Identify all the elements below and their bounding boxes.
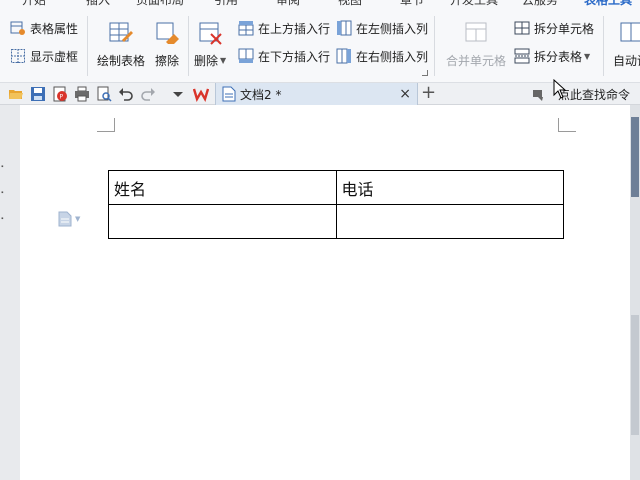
draw-table-label: 绘制表格 <box>97 54 146 68</box>
ribbon-separator <box>434 16 435 76</box>
document-table[interactable]: 姓名 电话 <box>108 170 564 239</box>
merge-cells-icon <box>465 22 487 42</box>
eraser-icon <box>156 22 179 44</box>
save-icon[interactable] <box>30 86 46 102</box>
insert-col-left-label: 在左侧插入列 <box>356 21 429 36</box>
customize-toolbar-chevron-icon[interactable] <box>170 86 186 102</box>
table-cell[interactable] <box>335 204 564 239</box>
close-tab-icon[interactable]: × <box>399 86 411 102</box>
menu-tab-developer[interactable]: 开发工具 <box>450 0 498 8</box>
draw-table-button[interactable]: 绘制表格 <box>97 20 145 69</box>
chevron-down-icon: ▼ <box>75 215 81 223</box>
page-corner-mark <box>97 118 115 132</box>
tab-document[interactable]: 文档2 * × <box>215 83 418 105</box>
menu-tab-cloud[interactable]: 云服务 <box>522 0 558 8</box>
chevron-down-icon: ▼ <box>220 56 227 65</box>
find-command-box[interactable]: 点此查找命令 <box>532 86 630 103</box>
menu-tab-page-layout[interactable]: 页面布局 <box>136 0 184 8</box>
scrollbar-thumb[interactable] <box>631 315 639 435</box>
table-cell[interactable] <box>108 204 337 239</box>
menu-tab-strip: 开始 插入 页面布局 引用 审阅 视图 章节 开发工具 云服务 表格工具 <box>0 0 640 8</box>
insert-col-left-button[interactable]: 在左侧插入列 <box>336 19 428 37</box>
menu-tab-references[interactable]: 引用 <box>214 0 238 8</box>
menu-tab-review[interactable]: 审阅 <box>276 0 300 8</box>
draw-table-icon <box>109 22 133 42</box>
autofit-icon <box>620 22 640 42</box>
ribbon-separator <box>87 16 88 76</box>
gutter-mark: ⠂ <box>0 161 9 174</box>
table-row: 姓名 电话 <box>108 170 564 205</box>
delete-label-wrap: 删除 ▼ <box>194 52 226 69</box>
delete-table-icon <box>199 22 222 45</box>
split-cells-icon <box>514 21 530 35</box>
delete-button[interactable]: 删除 ▼ <box>194 20 226 69</box>
erase-label: 擦除 <box>154 54 179 68</box>
redo-icon[interactable] <box>140 86 156 102</box>
ribbon-separator <box>188 16 189 76</box>
ribbon-separator <box>603 16 604 76</box>
table-cell[interactable]: 姓名 <box>108 170 337 205</box>
gutter-mark: ⠂ <box>0 213 9 226</box>
paragraph-icon <box>58 211 72 227</box>
export-pdf-icon[interactable]: P <box>52 86 68 102</box>
page-corner-mark <box>558 118 576 132</box>
table-properties-label: 表格属性 <box>30 21 79 36</box>
autofit-label: 自动调 <box>613 54 640 68</box>
open-folder-icon[interactable] <box>8 86 24 102</box>
new-tab-icon[interactable]: + <box>421 84 436 102</box>
left-ruler-area: ⠂ ⠂ ⠂ <box>0 105 20 480</box>
split-cells-label: 拆分单元格 <box>534 21 595 36</box>
menu-tab-home[interactable]: 开始 <box>22 0 46 8</box>
table-cell[interactable]: 电话 <box>335 170 564 205</box>
split-cells-button[interactable]: 拆分单元格 <box>514 19 594 37</box>
insert-row-above-label: 在上方插入行 <box>258 21 331 36</box>
insert-row-below-icon <box>238 48 254 63</box>
gutter-mark: ⠂ <box>0 187 9 200</box>
undo-icon[interactable] <box>118 86 134 102</box>
menu-tab-table-tools[interactable]: 表格工具 <box>584 0 632 8</box>
split-table-icon <box>514 48 530 64</box>
wps-logo-icon[interactable] <box>193 86 209 102</box>
menu-tab-view[interactable]: 视图 <box>338 0 362 8</box>
dialog-launcher-icon[interactable] <box>422 70 428 76</box>
vertical-scrollbar[interactable] <box>630 105 640 480</box>
insert-col-left-icon <box>337 20 352 36</box>
insert-row-below-button[interactable]: 在下方插入行 <box>238 47 330 65</box>
document-icon <box>222 86 236 102</box>
table-properties-button[interactable]: 表格属性 <box>10 19 78 37</box>
paragraph-layout-handle[interactable]: ▼ <box>58 211 80 227</box>
print-preview-icon[interactable] <box>96 86 112 102</box>
table-row <box>108 204 564 239</box>
erase-button[interactable]: 擦除 <box>154 20 180 69</box>
split-table-button[interactable]: 拆分表格 ▼ <box>514 47 590 65</box>
insert-col-right-label: 在右侧插入列 <box>356 49 429 64</box>
show-gridlines-label: 显示虚框 <box>30 49 79 64</box>
autofit-button[interactable]: 自动调 <box>613 20 640 69</box>
svg-text:P: P <box>60 94 64 101</box>
delete-label: 删除 <box>194 54 219 68</box>
document-page[interactable] <box>20 105 630 480</box>
print-icon[interactable] <box>74 86 90 102</box>
mouse-cursor-icon <box>553 79 567 99</box>
gridlines-icon <box>11 49 25 63</box>
find-command-label: 点此查找命令 <box>558 88 631 102</box>
split-table-label: 拆分表格 <box>534 49 583 64</box>
side-panel-tab[interactable] <box>631 117 639 197</box>
merge-cells-label: 合并单元格 <box>446 54 507 68</box>
chevron-down-icon: ▼ <box>584 51 591 61</box>
merge-cells-button[interactable]: 合并单元格 <box>446 20 506 69</box>
menu-tab-insert[interactable]: 插入 <box>86 0 110 8</box>
table-properties-icon <box>10 21 25 35</box>
ribbon: 表格属性 显示虚框 绘制表格 擦除 删除 ▼ 在上方插入行 在下方插入行 在左侧插… <box>0 8 640 83</box>
tab-document-title: 文档2 * <box>240 87 282 102</box>
insert-row-above-icon <box>238 21 254 36</box>
menu-tab-chapter[interactable]: 章节 <box>400 0 424 8</box>
insert-row-below-label: 在下方插入行 <box>258 49 331 64</box>
insert-col-right-icon <box>336 48 351 64</box>
insert-row-above-button[interactable]: 在上方插入行 <box>238 19 330 37</box>
show-gridlines-button[interactable]: 显示虚框 <box>10 47 78 65</box>
command-search-icon <box>533 89 543 101</box>
insert-col-right-button[interactable]: 在右侧插入列 <box>336 47 428 65</box>
